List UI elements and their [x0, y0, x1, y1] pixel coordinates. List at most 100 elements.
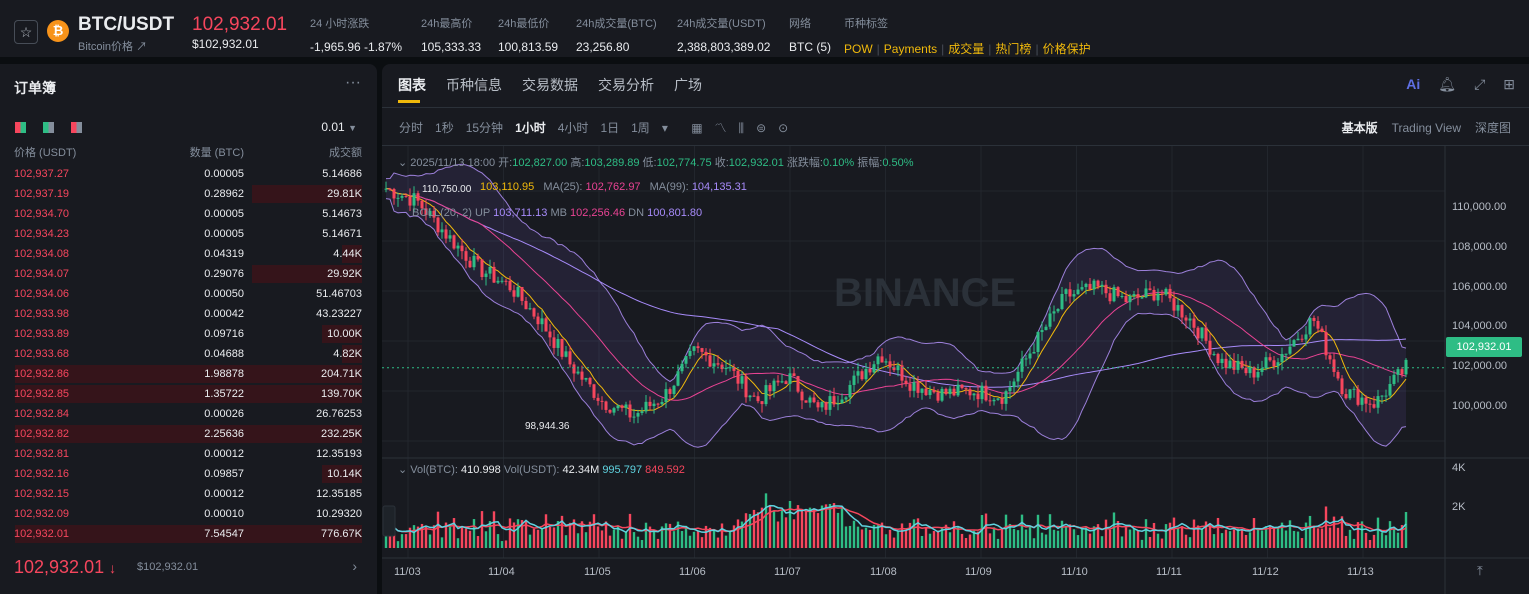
- order-book-row[interactable]: 102,932.86 1.98878 204.71K: [0, 364, 377, 384]
- coin-tags: POW | Payments | 成交量 | 热门榜 | 价格保护: [844, 42, 1091, 56]
- view-bids-icon[interactable]: [43, 122, 54, 133]
- order-book-row[interactable]: 102,932.16 0.09857 10.14K: [0, 464, 377, 484]
- volume-bar: [1192, 519, 1196, 548]
- candle-body: [928, 389, 932, 396]
- tab-chart[interactable]: 图表: [398, 77, 426, 93]
- tag-link[interactable]: 热门榜: [995, 42, 1031, 56]
- order-book-row[interactable]: 102,934.07 0.29076 29.92K: [0, 264, 377, 284]
- bell-icon[interactable]: 🔔︎: [1438, 76, 1456, 92]
- stat-24h-low: 24h最低价 100,813.59: [498, 15, 558, 54]
- boll-dn-value: 100,801.80: [647, 207, 703, 219]
- candle-body: [632, 416, 636, 418]
- view-asks-icon[interactable]: [71, 122, 82, 133]
- stat-tags: 币种标签 POW | Payments | 成交量 | 热门榜 | 价格保护: [844, 15, 1091, 57]
- candle-body: [1020, 358, 1024, 372]
- interval-option[interactable]: 1周: [631, 121, 650, 135]
- candle-body: [1272, 360, 1276, 367]
- volume-bar: [912, 519, 916, 548]
- interval-option[interactable]: 1秒: [435, 121, 454, 135]
- order-book-row[interactable]: 102,937.19 0.28962 29.81K: [0, 184, 377, 204]
- pair-name[interactable]: BTC/USDT: [78, 14, 174, 36]
- row-price: 102,932.86: [14, 368, 70, 380]
- interval-option-active[interactable]: 1小时: [515, 121, 546, 135]
- volume-bar: [1356, 522, 1360, 548]
- chevron-down-icon[interactable]: ⌄: [398, 464, 407, 476]
- interval-option[interactable]: 分时: [399, 121, 423, 135]
- widgets-icon[interactable]: ⊞: [1503, 76, 1515, 92]
- drawing-icon[interactable]: ⊜: [756, 121, 766, 135]
- pair-subtitle-link[interactable]: Bitcoin价格 ↗: [78, 38, 147, 54]
- expand-icon[interactable]: ⤢: [1474, 76, 1485, 92]
- candle-body: [544, 318, 548, 332]
- volume-bar: [1292, 530, 1296, 548]
- view-basic[interactable]: 基本版: [1342, 121, 1378, 135]
- order-book-row[interactable]: 102,934.08 0.04319 4.44K: [0, 244, 377, 264]
- order-book-row[interactable]: 102,932.15 0.00012 12.35185: [0, 484, 377, 504]
- order-book-row[interactable]: 102,934.23 0.00005 5.14671: [0, 224, 377, 244]
- candle-body: [780, 381, 784, 383]
- candle-body: [436, 217, 440, 233]
- tag-link[interactable]: Payments: [884, 42, 937, 56]
- row-price: 102,932.16: [14, 468, 70, 480]
- tab-square[interactable]: 广场: [674, 77, 702, 93]
- tab-coin-info[interactable]: 币种信息: [446, 77, 502, 93]
- row-qty: 0.00005: [204, 228, 244, 240]
- scroll-handle-icon[interactable]: ⤒: [1477, 563, 1483, 579]
- order-book-row[interactable]: 102,937.27 0.00005 5.14686: [0, 164, 377, 184]
- candle-body: [656, 403, 660, 405]
- favorite-star-icon[interactable]: ☆: [14, 20, 38, 44]
- volume-bar: [576, 533, 580, 548]
- order-book-row[interactable]: 102,932.01 7.54547 776.67K: [0, 524, 377, 544]
- candle-body: [1096, 280, 1100, 287]
- order-book-row[interactable]: 102,934.06 0.00050 51.46703: [0, 284, 377, 304]
- candle-body: [584, 377, 588, 380]
- volume-bar: [1372, 534, 1376, 548]
- order-book-row[interactable]: 102,933.89 0.09716 10.00K: [0, 324, 377, 344]
- candle-type-icon[interactable]: ⫼: [739, 121, 745, 135]
- volume-bar: [1248, 532, 1252, 548]
- settings-icon[interactable]: ⊙: [778, 121, 788, 135]
- more-options-icon[interactable]: ···: [345, 74, 361, 92]
- view-depth[interactable]: 深度图: [1475, 121, 1511, 135]
- candle-body: [1264, 357, 1268, 369]
- tag-link[interactable]: 成交量: [948, 42, 984, 56]
- chevron-right-icon[interactable]: ›: [352, 558, 357, 574]
- candle-body: [864, 368, 868, 380]
- view-tradingview[interactable]: Trading View: [1392, 121, 1461, 135]
- precision-select[interactable]: 0.01 ▼: [321, 120, 357, 134]
- candle-body: [1148, 288, 1152, 290]
- order-book-row[interactable]: 102,932.81 0.00012 12.35193: [0, 444, 377, 464]
- tab-trading-data[interactable]: 交易数据: [522, 77, 578, 93]
- order-book-row[interactable]: 102,932.09 0.00010 10.29320: [0, 504, 377, 524]
- order-book-row[interactable]: 102,933.68 0.04688 4.82K: [0, 344, 377, 364]
- row-qty: 0.04319: [204, 248, 244, 260]
- calendar-icon[interactable]: ▦: [691, 121, 702, 135]
- interval-option[interactable]: 1日: [600, 121, 619, 135]
- order-book-row[interactable]: 102,932.84 0.00026 26.76253: [0, 404, 377, 424]
- row-qty: 0.00005: [204, 168, 244, 180]
- candle-body: [1116, 287, 1120, 297]
- volume-bar: [480, 511, 484, 548]
- volume-bar: [1300, 538, 1304, 548]
- volume-bar: [1124, 527, 1128, 548]
- order-book-row[interactable]: 102,933.98 0.00042 43.23227: [0, 304, 377, 324]
- view-both-icon[interactable]: [15, 122, 26, 133]
- tag-link[interactable]: 价格保护: [1043, 42, 1091, 56]
- volume-bar: [1312, 525, 1316, 548]
- order-book-row[interactable]: 102,932.82 2.25636 232.25K: [0, 424, 377, 444]
- tag-link[interactable]: POW: [844, 42, 873, 56]
- indicator-icon[interactable]: 〽: [715, 121, 727, 135]
- interval-option[interactable]: 4小时: [558, 121, 589, 135]
- interval-dropdown-icon[interactable]: ▾: [662, 121, 668, 135]
- order-book-row[interactable]: 102,932.85 1.35722 139.70K: [0, 384, 377, 404]
- tab-trading-analysis[interactable]: 交易分析: [598, 77, 654, 93]
- order-book-row[interactable]: 102,934.70 0.00005 5.14673: [0, 204, 377, 224]
- ai-icon[interactable]: Ai: [1406, 76, 1420, 92]
- volume-bar: [828, 503, 832, 548]
- volume-bar: [472, 519, 476, 548]
- chevron-down-icon[interactable]: ⌄: [398, 157, 407, 169]
- candle-body: [580, 371, 584, 380]
- volume-bar: [1368, 539, 1372, 548]
- order-book-title: 订单簿: [14, 80, 56, 96]
- interval-option[interactable]: 15分钟: [466, 121, 503, 135]
